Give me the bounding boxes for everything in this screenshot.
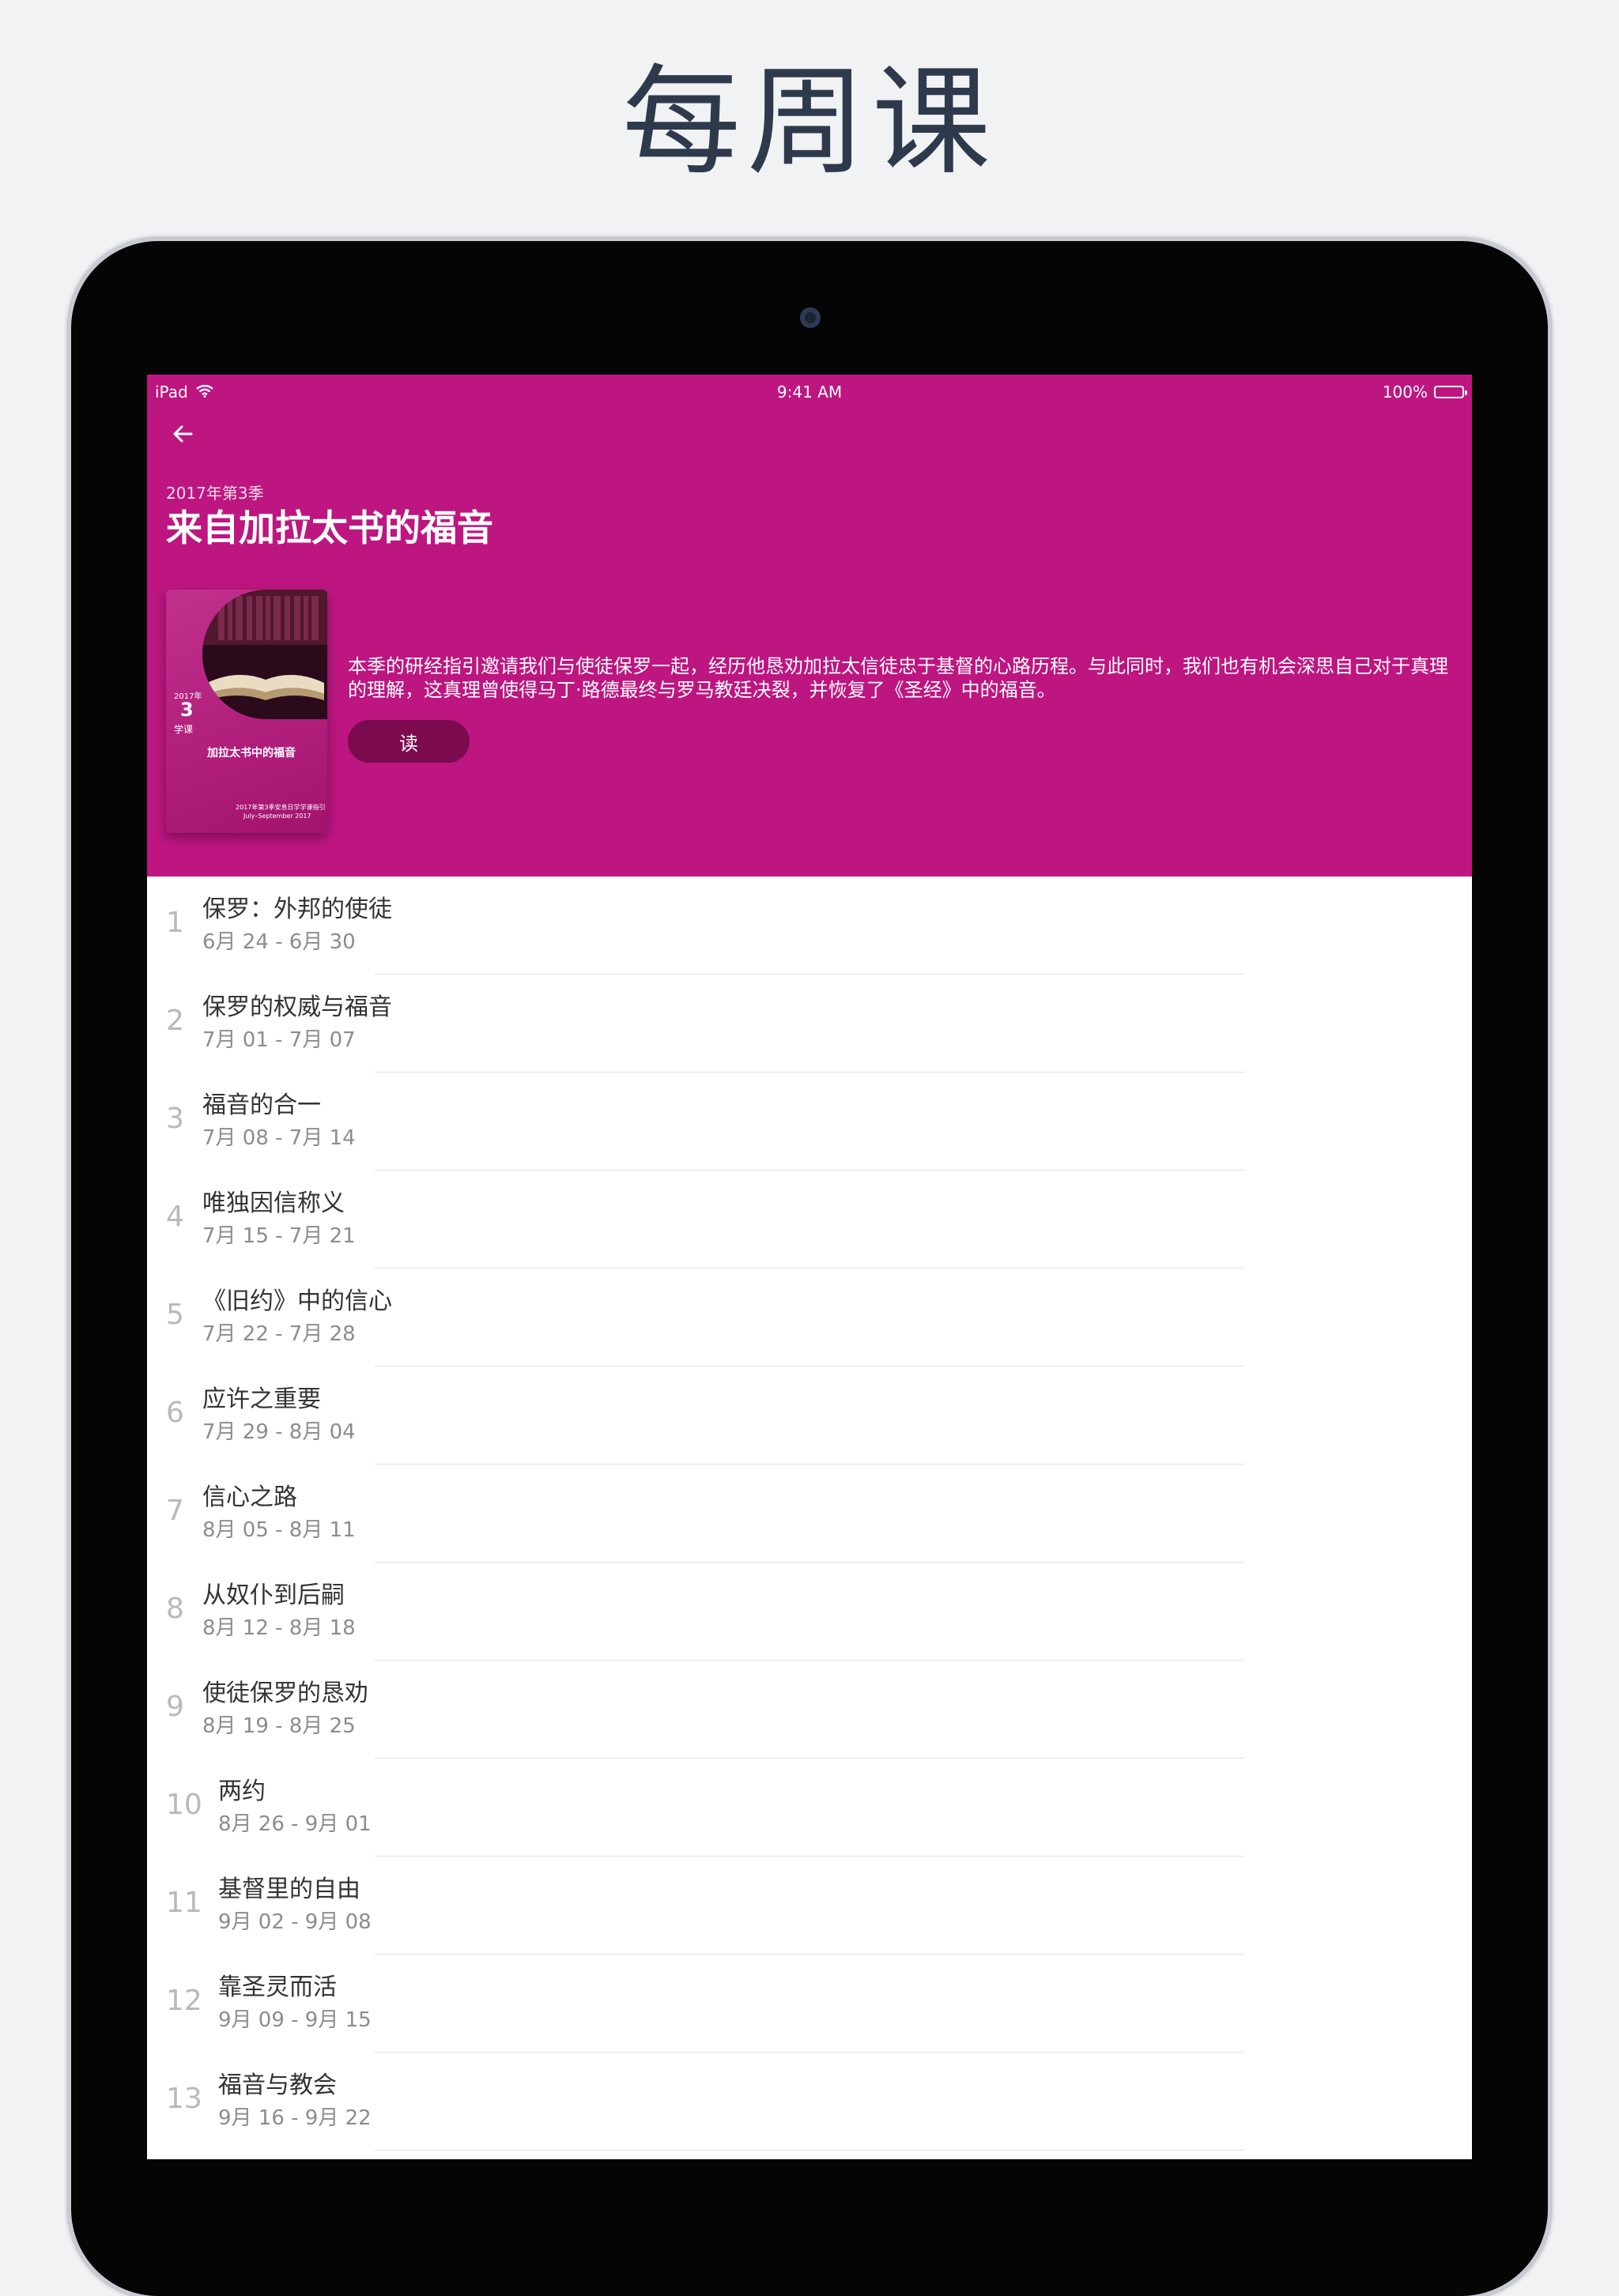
lesson-text: 两约 8月 26 - 9月 01: [218, 1776, 372, 1838]
lesson-list: 1 保罗：外邦的使徒 6月 24 - 6月 30 2 保罗的权威与福音 7月 01 - 7…: [147, 877, 1472, 2151]
lesson-dates: 7月 22 - 7月 28: [202, 1322, 356, 1346]
lesson-title: 福音的合一: [202, 1091, 321, 1119]
lesson-title: 保罗：外邦的使徒: [202, 895, 392, 923]
lesson-dates: 7月 01 - 7月 07: [202, 1028, 356, 1052]
lesson-text: 从奴仆到后嗣 8月 12 - 8月 18: [202, 1580, 356, 1642]
lesson-text: 保罗的权威与福音 7月 01 - 7月 07: [202, 992, 392, 1054]
lesson-title: 靠圣灵而活: [218, 1974, 337, 2001]
cover-footer: 2017年第3季安息日学学课指引: [236, 804, 326, 811]
lesson-dates: 9月 02 - 9月 08: [218, 1910, 372, 1934]
lesson-text: 使徒保罗的恳劝 8月 19 - 8月 25: [202, 1678, 368, 1740]
lesson-text: 靠圣灵而活 9月 09 - 9月 15: [218, 1972, 372, 2034]
lesson-row[interactable]: 10 两约 8月 26 - 9月 01: [147, 1759, 1472, 1857]
lesson-number: 8: [166, 1593, 184, 1625]
lesson-dates: 9月 09 - 9月 15: [218, 2008, 372, 2032]
cover-word: 学课: [174, 724, 194, 735]
lesson-row[interactable]: 1 保罗：外邦的使徒 6月 24 - 6月 30: [147, 877, 1472, 975]
lesson-title: 《旧约》中的信心: [202, 1287, 392, 1315]
quarterly-header: iPad 9:41 AM 100% 2017年第3季 来自加拉太书的福音 201…: [147, 375, 1472, 877]
lesson-title: 基督里的自由: [218, 1876, 360, 1903]
lesson-text: 福音与教会 9月 16 - 9月 22: [218, 2070, 372, 2132]
camera-icon: [800, 307, 821, 328]
quarterly-cover-image: 2017年 3 学课 加拉太书中的福音 2017年第3季安息日学学课指引 Jul…: [166, 590, 327, 833]
lesson-title: 福音与教会: [218, 2072, 337, 2099]
lesson-row[interactable]: 7 信心之路 8月 05 - 8月 11: [147, 1465, 1472, 1563]
cover-quarter: 3: [180, 699, 194, 721]
lesson-text: 《旧约》中的信心 7月 22 - 7月 28: [202, 1286, 392, 1348]
lesson-row[interactable]: 12 靠圣灵而活 9月 09 - 9月 15: [147, 1955, 1472, 2053]
battery-percent: 100%: [1382, 383, 1428, 402]
lesson-text: 应许之重要 7月 29 - 8月 04: [202, 1384, 356, 1446]
page-headline: 每周课: [621, 54, 997, 191]
lesson-text: 唯独因信称义 7月 15 - 7月 21: [202, 1188, 356, 1250]
lesson-number: 13: [166, 2083, 202, 2115]
lesson-number: 12: [166, 1985, 202, 2017]
lesson-row[interactable]: 13 福音与教会 9月 16 - 9月 22: [147, 2053, 1472, 2151]
lesson-text: 基督里的自由 9月 02 - 9月 08: [218, 1874, 372, 1936]
status-time: 9:41 AM: [776, 383, 843, 402]
back-button[interactable]: [163, 414, 202, 454]
lesson-number: 3: [166, 1103, 184, 1135]
lesson-number: 9: [166, 1691, 184, 1723]
lesson-text: 保罗：外邦的使徒 6月 24 - 6月 30: [202, 894, 392, 956]
lesson-title: 两约: [218, 1778, 266, 1805]
lesson-dates: 8月 12 - 8月 18: [202, 1616, 356, 1640]
lesson-row[interactable]: 9 使徒保罗的恳劝 8月 19 - 8月 25: [147, 1661, 1472, 1759]
lesson-dates: 8月 19 - 8月 25: [202, 1714, 356, 1738]
read-button[interactable]: 读: [348, 720, 470, 763]
lesson-text: 福音的合一 7月 08 - 7月 14: [202, 1090, 356, 1152]
lesson-title: 使徒保罗的恳劝: [202, 1680, 368, 1707]
app-screen: iPad 9:41 AM 100% 2017年第3季 来自加拉太书的福音 201…: [147, 375, 1472, 2159]
lesson-number: 11: [166, 1887, 202, 1919]
lesson-number: 1: [166, 907, 184, 939]
lesson-text: 信心之路 8月 05 - 8月 11: [202, 1482, 356, 1544]
lesson-title: 应许之重要: [202, 1386, 321, 1413]
lesson-row[interactable]: 6 应许之重要 7月 29 - 8月 04: [147, 1367, 1472, 1465]
lesson-title: 保罗的权威与福音: [202, 993, 392, 1021]
lesson-dates: 8月 05 - 8月 11: [202, 1518, 356, 1542]
lesson-number: 5: [166, 1299, 184, 1331]
lesson-dates: 6月 24 - 6月 30: [202, 930, 356, 954]
lesson-dates: 9月 16 - 9月 22: [218, 2106, 372, 2130]
lesson-title: 从奴仆到后嗣: [202, 1582, 345, 1609]
lesson-number: 2: [166, 1005, 184, 1037]
lesson-row[interactable]: 4 唯独因信称义 7月 15 - 7月 21: [147, 1171, 1472, 1269]
lesson-title: 唯独因信称义: [202, 1189, 345, 1217]
lesson-number: 7: [166, 1495, 184, 1527]
status-bar: iPad 9:41 AM 100%: [147, 375, 1472, 408]
lesson-dates: 7月 15 - 7月 21: [202, 1224, 356, 1248]
lesson-number: 10: [166, 1789, 202, 1821]
battery-icon: [1434, 386, 1467, 398]
quarter-title: 来自加拉太书的福音: [166, 507, 493, 549]
quarter-description: 本季的研经指引邀请我们与使徒保罗一起，经历他恳劝加拉太信徒忠于基督的心路历程。与…: [348, 655, 1448, 701]
arrow-left-icon: [173, 425, 193, 443]
cover-footer-english: July–September 2017: [243, 812, 311, 820]
lesson-number: 6: [166, 1397, 184, 1429]
lesson-dates: 8月 26 - 9月 01: [218, 1812, 372, 1836]
lesson-row[interactable]: 11 基督里的自由 9月 02 - 9月 08: [147, 1857, 1472, 1955]
lesson-row[interactable]: 8 从奴仆到后嗣 8月 12 - 8月 18: [147, 1563, 1472, 1661]
lesson-row[interactable]: 5 《旧约》中的信心 7月 22 - 7月 28: [147, 1269, 1472, 1367]
lesson-number: 4: [166, 1201, 184, 1233]
cover-book-photo: [202, 590, 327, 719]
lesson-row[interactable]: 3 福音的合一 7月 08 - 7月 14: [147, 1073, 1472, 1171]
lesson-dates: 7月 29 - 8月 04: [202, 1420, 356, 1444]
cover-title: 加拉太书中的福音: [207, 747, 296, 760]
lesson-row[interactable]: 2 保罗的权威与福音 7月 01 - 7月 07: [147, 975, 1472, 1073]
lesson-dates: 7月 08 - 7月 14: [202, 1126, 356, 1150]
row-divider: [375, 2150, 1244, 2151]
lesson-title: 信心之路: [202, 1484, 297, 1511]
